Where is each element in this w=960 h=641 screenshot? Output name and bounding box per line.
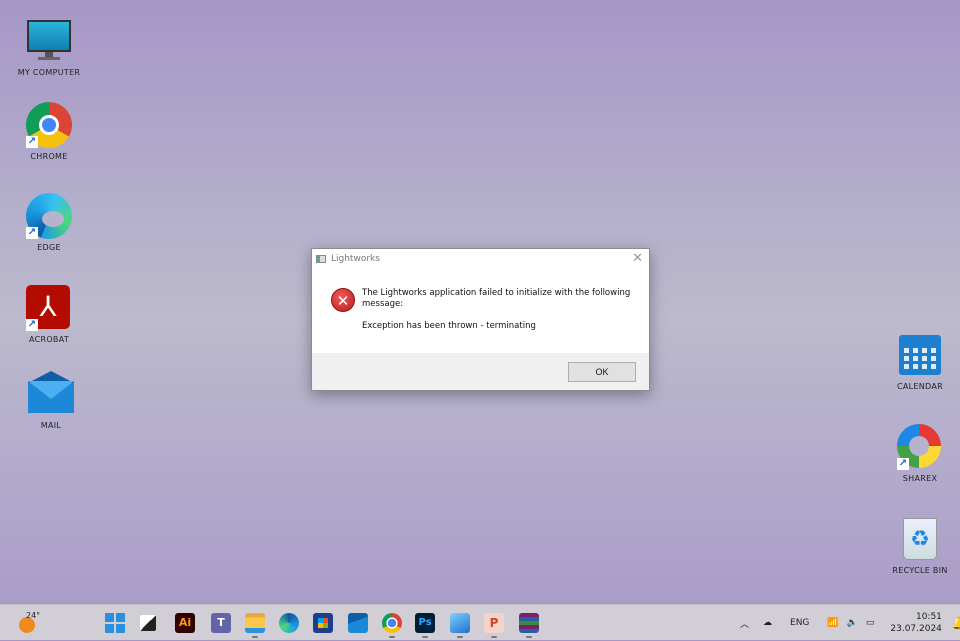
language-indicator[interactable]: ENG [790,618,809,628]
clock[interactable]: 10:51 23.07.2024 [890,611,942,635]
error-dialog: Lightworks ✕ ✕ The Lightworks applicatio… [311,248,650,391]
taskbar-mail[interactable] [348,613,368,633]
sharex-icon: ↗ [897,424,943,470]
chrome-icon: ↗ [26,102,72,148]
running-indicator [389,636,395,638]
desktop-icon-mail[interactable]: MAIL [11,371,91,430]
error-message: The Lightworks application failed to ini… [362,288,631,309]
taskbar-file-explorer[interactable] [245,613,265,633]
ok-button[interactable]: OK [568,362,636,382]
desktop-icon-sharex[interactable]: ↗ SHAREX [880,424,960,483]
taskbar-store[interactable] [313,613,333,633]
desktop-icon-edge[interactable]: ↗ EDGE [9,193,89,252]
taskbar-edge[interactable] [279,613,299,633]
wifi-icon[interactable]: 📶 [827,618,838,628]
taskbar-illustrator[interactable]: Ai [175,613,195,633]
running-indicator [491,636,497,638]
onedrive-offline-icon[interactable]: ☁ [763,618,772,628]
taskbar-powerpoint[interactable]: P [484,613,504,633]
taskbar: 24° Ai T Ps P ︿ ☁ ENG 📶 🔈 ▭ 10:51 23.07.… [0,604,960,640]
battery-icon[interactable]: ▭ [866,618,875,628]
clock-time: 10:51 [915,612,942,622]
clock-date: 23.07.2024 [890,624,942,634]
recycle-bin-icon: ♻ [897,516,943,562]
running-indicator [526,636,532,638]
taskbar-winrar[interactable] [519,613,539,633]
desktop-icon-calendar[interactable]: CALENDAR [880,332,960,391]
weather-temperature: 24° [26,611,41,620]
monitor-icon [26,18,72,64]
taskbar-photos[interactable] [450,613,470,633]
dialog-titlebar[interactable]: Lightworks ✕ [312,249,649,269]
start-button[interactable] [105,613,125,633]
desktop-icon-my-computer[interactable]: MY COMPUTER [9,18,89,77]
close-icon[interactable]: ✕ [632,251,643,266]
taskbar-photoshop[interactable]: Ps [415,613,435,633]
error-icon: ✕ [331,288,355,312]
notification-bell-icon[interactable]: 🔔 [952,616,960,630]
taskbar-teams[interactable]: T [211,613,231,633]
running-indicator [422,636,428,638]
edge-icon: ↗ [26,193,72,239]
mail-icon [28,371,74,417]
desktop-icon-acrobat[interactable]: ⅄ ↗ ACROBAT [9,285,89,344]
running-indicator [457,636,463,638]
task-view-button[interactable] [140,615,156,631]
running-indicator [252,636,258,638]
calendar-icon [897,332,943,378]
desktop-icon-recycle-bin[interactable]: ♻ RECYCLE BIN [880,516,960,575]
volume-icon[interactable]: 🔈 [847,618,858,628]
acrobat-icon: ⅄ ↗ [26,285,72,331]
dialog-title: Lightworks [331,254,380,264]
desktop-icon-chrome[interactable]: ↗ CHROME [9,102,89,161]
error-detail: Exception has been thrown - terminating [362,321,536,331]
show-hidden-icons-chevron-icon[interactable]: ︿ [740,617,749,630]
weather-widget[interactable]: 24° [17,611,57,635]
taskbar-chrome[interactable] [382,613,402,633]
lightworks-app-icon [316,255,326,263]
